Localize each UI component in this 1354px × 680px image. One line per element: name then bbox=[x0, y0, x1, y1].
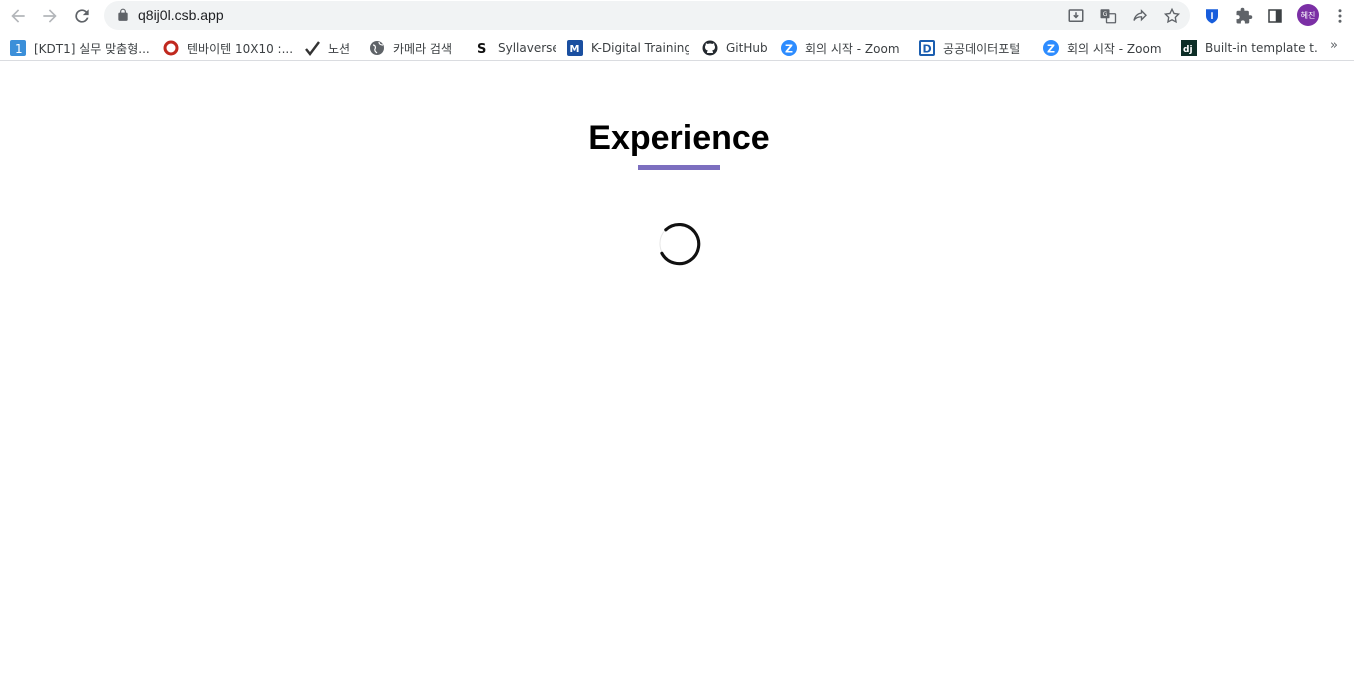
svg-text:Z: Z bbox=[1047, 43, 1055, 56]
bookmark-label: K-Digital Training bbox=[591, 41, 689, 55]
star-icon bbox=[1163, 7, 1181, 24]
checkmark-icon bbox=[304, 40, 320, 56]
zoom-icon: Z bbox=[781, 40, 797, 56]
bookmark-label: Syllaverse bbox=[498, 41, 556, 55]
extensions-button[interactable] bbox=[1233, 5, 1255, 27]
side-panel-icon bbox=[1268, 9, 1282, 23]
bookmark-label: 회의 시작 - Zoom bbox=[1067, 41, 1162, 56]
bookmark-item[interactable]: 1 [KDT1] 실무 맞춤형... bbox=[10, 38, 152, 58]
more-bookmarks-button[interactable]: » bbox=[1330, 38, 1346, 56]
bookmark-item[interactable]: Z 회의 시작 - Zoom bbox=[1043, 38, 1169, 58]
svg-text:G: G bbox=[1103, 11, 1108, 18]
letter-m-icon: M bbox=[567, 40, 583, 56]
ring-icon bbox=[163, 40, 179, 56]
github-icon bbox=[702, 40, 718, 56]
address-bar[interactable]: q8ij0l.csb.app G bbox=[104, 1, 1190, 30]
svg-text:1: 1 bbox=[15, 42, 23, 56]
svg-text:M: M bbox=[570, 44, 580, 55]
loading-spinner-icon bbox=[659, 222, 701, 266]
chrome-menu-button[interactable] bbox=[1329, 5, 1351, 27]
bookmark-item[interactable]: 노션 bbox=[304, 38, 358, 58]
bookmark-item[interactable]: 텐바이텐 10X10 :... bbox=[163, 38, 293, 58]
letter-d-icon: D bbox=[919, 40, 935, 56]
bookmark-item[interactable]: S Syllaverse bbox=[474, 38, 556, 58]
share-icon bbox=[1133, 9, 1147, 22]
lock-icon bbox=[118, 8, 128, 21]
bookmark-label: 텐바이텐 10X10 :... bbox=[187, 41, 293, 56]
bookmark-star-button[interactable] bbox=[1162, 6, 1182, 26]
forward-button[interactable] bbox=[38, 4, 62, 28]
bookmark-item[interactable]: 카메라 검색 bbox=[369, 38, 461, 58]
svg-text:S: S bbox=[477, 42, 486, 56]
letter-s-icon: S bbox=[474, 40, 490, 56]
svg-text:Z: Z bbox=[785, 43, 793, 56]
browser-toolbar: q8ij0l.csb.app G 혜진 bbox=[0, 0, 1354, 32]
kebab-menu-icon bbox=[1338, 9, 1342, 23]
profile-avatar[interactable]: 혜진 bbox=[1297, 4, 1319, 26]
bookmark-item[interactable]: Z 회의 시작 - Zoom bbox=[781, 38, 907, 58]
svg-text:dj: dj bbox=[1183, 45, 1193, 55]
bookmark-label: 공공데이터포털 bbox=[943, 41, 1021, 56]
reload-icon bbox=[75, 9, 89, 23]
bookmark-item[interactable]: M K-Digital Training bbox=[567, 38, 689, 58]
install-icon bbox=[1068, 9, 1084, 22]
install-app-button[interactable] bbox=[1066, 6, 1086, 26]
url-text: q8ij0l.csb.app bbox=[138, 7, 224, 23]
page-title: Experience bbox=[588, 119, 770, 157]
django-icon: dj bbox=[1181, 40, 1197, 56]
bookmark-label: [KDT1] 실무 맞춤형... bbox=[34, 41, 150, 56]
title-underline bbox=[638, 165, 720, 170]
back-button[interactable] bbox=[6, 4, 30, 28]
bookmark-label: 카메라 검색 bbox=[393, 41, 453, 56]
zoom-icon: Z bbox=[1043, 40, 1059, 56]
number-one-icon: 1 bbox=[10, 40, 26, 56]
side-panel-button[interactable] bbox=[1264, 5, 1286, 27]
translate-button[interactable]: G bbox=[1098, 6, 1118, 26]
bookmark-label: 노션 bbox=[328, 41, 351, 56]
arrow-right-icon bbox=[43, 9, 57, 23]
globe-icon bbox=[369, 40, 385, 56]
bookmarks-bar: 1 [KDT1] 실무 맞춤형... 텐바이텐 10X10 :... 노션 카메… bbox=[0, 34, 1354, 61]
bookmark-item[interactable]: D 공공데이터포털 bbox=[919, 38, 1031, 58]
bookmark-label: GitHub bbox=[726, 41, 768, 55]
bookmark-item[interactable]: GitHub bbox=[702, 38, 770, 58]
translate-icon: G bbox=[1100, 9, 1117, 24]
reload-button[interactable] bbox=[70, 4, 94, 28]
share-button[interactable] bbox=[1130, 6, 1150, 26]
bookmark-item[interactable]: dj Built-in template t... bbox=[1181, 38, 1317, 58]
puzzle-icon bbox=[1236, 7, 1253, 24]
bookmark-label: Built-in template t... bbox=[1205, 41, 1317, 55]
arrow-left-icon bbox=[11, 9, 25, 23]
svg-text:D: D bbox=[923, 43, 932, 56]
shield-icon bbox=[1206, 9, 1218, 24]
bookmark-label: 회의 시작 - Zoom bbox=[805, 41, 900, 56]
bitwarden-extension-button[interactable] bbox=[1201, 5, 1223, 27]
